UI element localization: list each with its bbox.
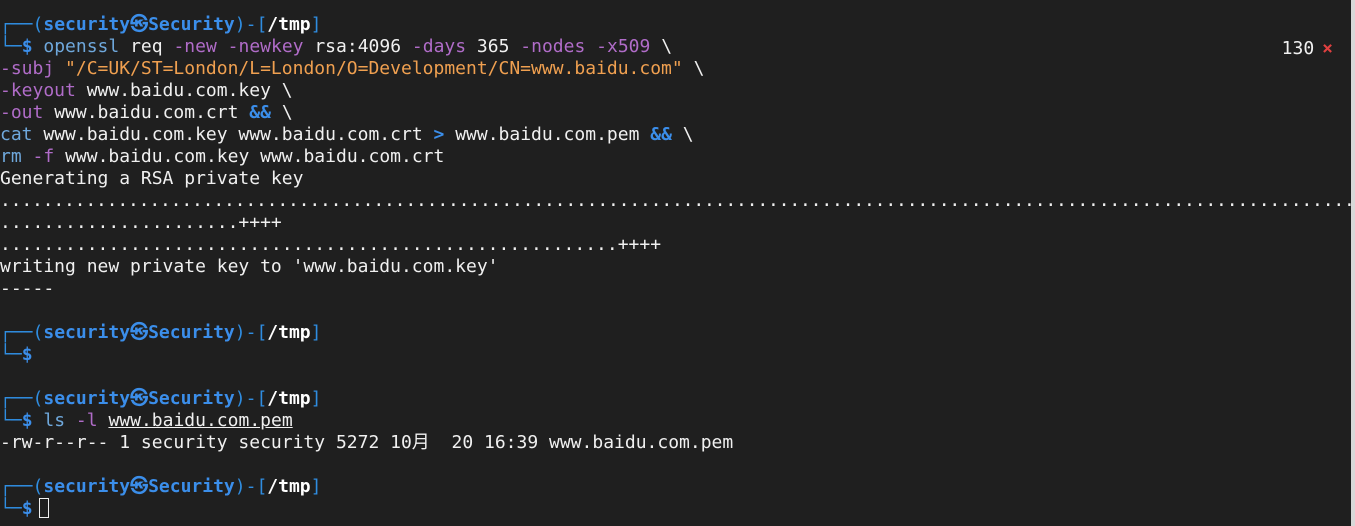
terminal-window[interactable]: ┌──(security㉿Security)-[/tmp] └─$ openss… — [0, 0, 1355, 526]
command-continuation-rm: rm -f www.baidu.com.key www.baidu.com.cr… — [0, 146, 445, 167]
skull-icon: ㉿ — [130, 322, 149, 343]
prompt-command-line-1: └─$ openssl req -new -newkey rsa:4096 -d… — [0, 36, 673, 57]
output-line: ----- — [0, 278, 55, 299]
output-line: ......................++++ — [0, 212, 282, 233]
prompt-header-4: ┌──(security㉿Security)-[/tmp] — [0, 476, 322, 497]
prompt-command-line-2: └─$ — [0, 344, 33, 365]
text-cursor — [38, 498, 49, 518]
prompt-command-line-3: └─$ ls -l www.baidu.com.pem — [0, 410, 293, 431]
skull-icon: ㉿ — [130, 476, 149, 497]
exit-status-indicator: 130 × — [1281, 38, 1333, 59]
prompt-command-line-4[interactable]: └─$ — [0, 498, 49, 520]
output-line: -rw-r--r-- 1 security security 5272 10月 … — [0, 432, 734, 453]
command-continuation-out: -out www.baidu.com.crt && \ — [0, 102, 293, 123]
command-continuation-keyout: -keyout www.baidu.com.key \ — [0, 80, 293, 101]
prompt-header-2: ┌──(security㉿Security)-[/tmp] — [0, 322, 322, 343]
command-continuation-subj: -subj "/C=UK/ST=London/L=London/O=Develo… — [0, 58, 705, 79]
command-continuation-cat: cat www.baidu.com.key www.baidu.com.crt … — [0, 124, 694, 145]
output-line: Generating a RSA private key — [0, 168, 304, 189]
skull-icon: ㉿ — [130, 388, 149, 409]
output-line: ........................................… — [0, 190, 1355, 211]
prompt-header-1: ┌──(security㉿Security)-[/tmp] — [0, 14, 322, 35]
output-line: writing new private key to 'www.baidu.co… — [0, 256, 499, 277]
error-x-icon: × — [1322, 38, 1333, 59]
prompt-header-3: ┌──(security㉿Security)-[/tmp] — [0, 388, 322, 409]
output-line: ........................................… — [0, 234, 662, 255]
skull-icon: ㉿ — [130, 14, 149, 35]
